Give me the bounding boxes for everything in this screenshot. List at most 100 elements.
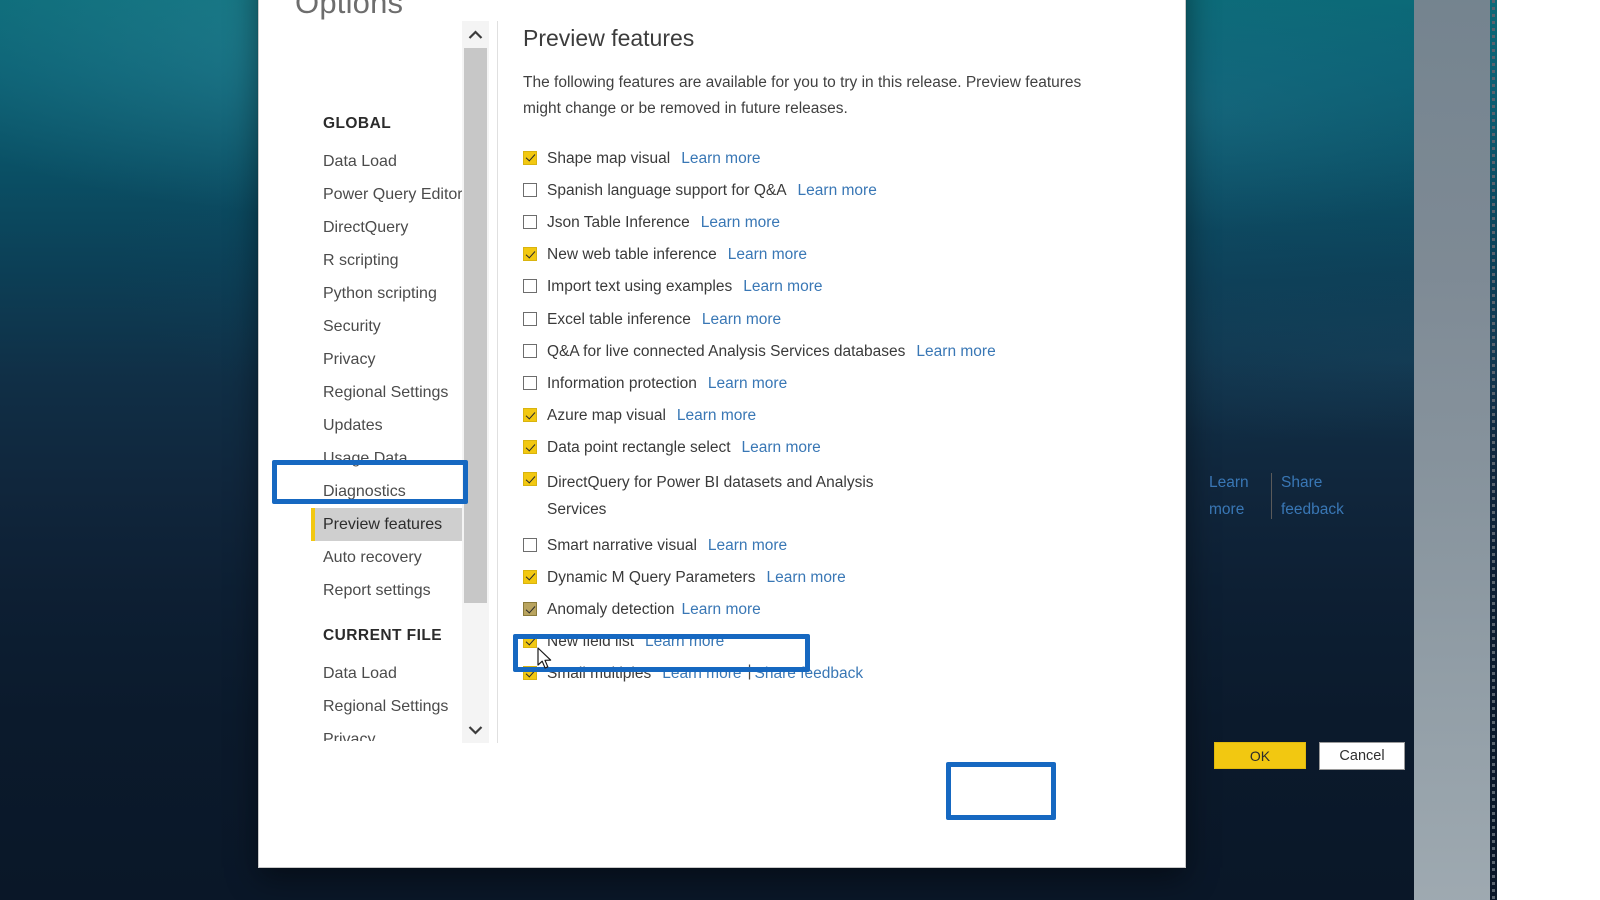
feature-label: Information protection bbox=[547, 374, 697, 392]
directquery-link-group: Learn more Share feedback bbox=[1209, 469, 1367, 523]
feature-label: Azure map visual bbox=[547, 407, 666, 425]
chevron-up-icon[interactable] bbox=[462, 21, 489, 48]
learn-more-link[interactable]: Learn more bbox=[742, 437, 821, 458]
feature-row-anomaly-detection[interactable]: Anomaly detection Learn more bbox=[521, 593, 1161, 625]
feature-row-azure-map-visual[interactable]: Azure map visual Learn more bbox=[521, 400, 1161, 432]
feature-label: Dynamic M Query Parameters bbox=[547, 568, 756, 586]
learn-more-link[interactable]: Learn more bbox=[766, 567, 845, 588]
feature-row-new-field-list[interactable]: New field list Learn more bbox=[521, 626, 1161, 658]
checkbox-azure-map-visual[interactable] bbox=[523, 408, 537, 423]
nav-item-cf-data-load[interactable]: Data Load bbox=[311, 657, 483, 690]
nav-item-security[interactable]: Security bbox=[311, 310, 483, 343]
learn-more-link[interactable]: Learn more bbox=[701, 212, 780, 233]
feature-row-qa-live-connected[interactable]: Q&A for live connected Analysis Services… bbox=[521, 335, 1161, 367]
checkbox-spanish-language-support[interactable] bbox=[523, 182, 537, 197]
chevron-down-icon[interactable] bbox=[462, 716, 489, 743]
nav-item-cf-privacy[interactable]: Privacy bbox=[311, 723, 483, 742]
checkbox-new-field-list[interactable] bbox=[523, 634, 537, 649]
checkbox-import-text-using-examples[interactable] bbox=[523, 279, 537, 294]
link-separator bbox=[1271, 472, 1272, 519]
app-right-panels: Filters ⎡ ╲ ▘▛ 🌐 ▦ P · ▬ V ▬ C K A bbox=[1497, 0, 1600, 900]
feature-label: Q&A for live connected Analysis Services… bbox=[547, 342, 906, 360]
feature-row-shape-map-visual[interactable]: Shape map visual Learn more bbox=[521, 142, 1161, 174]
learn-more-link[interactable]: Learn more bbox=[681, 148, 760, 169]
learn-more-link[interactable]: Learn more bbox=[743, 276, 822, 297]
feature-label-line2: Services bbox=[547, 501, 607, 519]
nav-item-privacy[interactable]: Privacy bbox=[311, 343, 483, 376]
checkbox-smart-narrative-visual[interactable] bbox=[523, 537, 537, 552]
nav-item-power-query-editor[interactable]: Power Query Editor bbox=[311, 178, 483, 211]
feature-row-directquery-pbi-datasets[interactable]: DirectQuery for Power BI datasets and An… bbox=[521, 464, 1344, 529]
feature-label: Shape map visual bbox=[547, 149, 671, 167]
learn-more-link[interactable]: Learn more bbox=[682, 599, 761, 620]
nav-item-directquery[interactable]: DirectQuery bbox=[311, 211, 483, 244]
feature-row-smart-narrative-visual[interactable]: Smart narrative visual Learn more bbox=[521, 529, 1161, 561]
nav-item-r-scripting[interactable]: R scripting bbox=[311, 244, 483, 277]
checkbox-excel-table-inference[interactable] bbox=[523, 311, 537, 326]
learn-more-link[interactable]: Learn more bbox=[798, 180, 877, 201]
checkbox-data-point-rectangle-select[interactable] bbox=[523, 440, 537, 455]
ok-button[interactable]: OK bbox=[1214, 742, 1306, 769]
feature-row-import-text-using-examples[interactable]: Import text using examples Learn more bbox=[521, 271, 1161, 303]
checkbox-information-protection[interactable] bbox=[523, 375, 537, 390]
share-feedback-link[interactable]: Share feedback bbox=[1281, 469, 1367, 523]
checkbox-qa-live-connected[interactable] bbox=[523, 343, 537, 358]
cancel-button[interactable]: Cancel bbox=[1319, 742, 1405, 770]
nav-group-current-file: CURRENT FILE bbox=[323, 627, 443, 644]
checkbox-anomaly-detection[interactable] bbox=[523, 602, 537, 617]
learn-more-link[interactable]: Learn more bbox=[916, 341, 995, 362]
nav-item-auto-recovery[interactable]: Auto recovery bbox=[311, 541, 483, 574]
feature-row-data-point-rectangle-select[interactable]: Data point rectangle select Learn more bbox=[521, 432, 1161, 464]
checkbox-json-table-inference[interactable] bbox=[523, 214, 537, 229]
share-feedback-line2: feedback bbox=[1281, 500, 1344, 518]
learn-more-link[interactable]: Learn more bbox=[702, 309, 781, 330]
nav-item-updates[interactable]: Updates bbox=[311, 409, 483, 442]
checkbox-shape-map-visual[interactable] bbox=[523, 150, 537, 165]
nav-group-global: GLOBAL bbox=[323, 115, 392, 132]
nav-item-global-data-load[interactable]: Data Load bbox=[311, 145, 483, 178]
nav-scrollbar[interactable] bbox=[462, 21, 489, 743]
feature-label: New web table inference bbox=[547, 246, 717, 264]
feature-label-line1: DirectQuery for Power BI datasets and An… bbox=[547, 474, 874, 492]
feature-label: Import text using examples bbox=[547, 278, 733, 296]
nav-scrollbar-thumb[interactable] bbox=[464, 48, 487, 603]
learn-more-link[interactable]: Learn more bbox=[708, 373, 787, 394]
preview-features-panel: Preview features The following features … bbox=[521, 25, 1344, 690]
feature-row-excel-table-inference[interactable]: Excel table inference Learn more bbox=[521, 303, 1161, 335]
nav-item-usage-data[interactable]: Usage Data bbox=[311, 442, 483, 475]
feature-label: Json Table Inference bbox=[547, 213, 690, 231]
checkbox-dynamic-m-query-parameters[interactable] bbox=[523, 569, 537, 584]
learn-more-link[interactable]: Learn more bbox=[728, 244, 807, 265]
feature-row-information-protection[interactable]: Information protection Learn more bbox=[521, 367, 1161, 399]
nav-item-preview-features[interactable]: Preview features bbox=[311, 508, 483, 541]
learn-more-line2: more bbox=[1209, 500, 1245, 518]
nav-item-cf-regional-settings[interactable]: Regional Settings bbox=[311, 690, 483, 723]
panel-divider bbox=[497, 21, 498, 743]
feature-row-json-table-inference[interactable]: Json Table Inference Learn more bbox=[521, 206, 1161, 238]
feature-row-new-web-table-inference[interactable]: New web table inference Learn more bbox=[521, 239, 1161, 271]
feature-row-small-multiples[interactable]: Small multiples Learn more | Share feedb… bbox=[521, 658, 1161, 690]
dialog-title: Options bbox=[295, 0, 404, 20]
nav-item-report-settings[interactable]: Report settings bbox=[311, 574, 483, 607]
nav-item-regional-settings[interactable]: Regional Settings bbox=[311, 376, 483, 409]
learn-more-link[interactable]: Learn more bbox=[708, 535, 787, 556]
learn-more-link[interactable]: Learn more bbox=[645, 631, 724, 652]
nav-item-python-scripting[interactable]: Python scripting bbox=[311, 277, 483, 310]
settings-nav-list: GLOBAL Data Load Power Query Editor Dire… bbox=[285, 39, 483, 741]
learn-more-link[interactable]: Learn more bbox=[662, 663, 741, 684]
checkbox-directquery-pbi-datasets[interactable] bbox=[523, 472, 537, 487]
feature-label: Excel table inference bbox=[547, 310, 691, 328]
feature-label: New field list bbox=[547, 633, 634, 651]
learn-more-link[interactable]: Learn more bbox=[677, 405, 756, 426]
canvas-dotted-divider bbox=[1492, 0, 1495, 900]
learn-more-link[interactable]: Learn more bbox=[1209, 469, 1271, 523]
panel-heading: Preview features bbox=[523, 25, 695, 51]
checkbox-new-web-table-inference[interactable] bbox=[523, 247, 537, 262]
feature-row-dynamic-m-query-parameters[interactable]: Dynamic M Query Parameters Learn more bbox=[521, 561, 1161, 593]
options-dialog: Options GLOBAL Data Load Power Query Edi… bbox=[258, 0, 1405, 868]
share-feedback-link[interactable]: Share feedback bbox=[755, 663, 864, 684]
checkbox-small-multiples[interactable] bbox=[523, 666, 537, 681]
nav-item-diagnostics[interactable]: Diagnostics bbox=[311, 475, 483, 508]
feature-row-spanish-language-support[interactable]: Spanish language support for Q&A Learn m… bbox=[521, 174, 1161, 206]
feature-label: Smart narrative visual bbox=[547, 536, 697, 554]
